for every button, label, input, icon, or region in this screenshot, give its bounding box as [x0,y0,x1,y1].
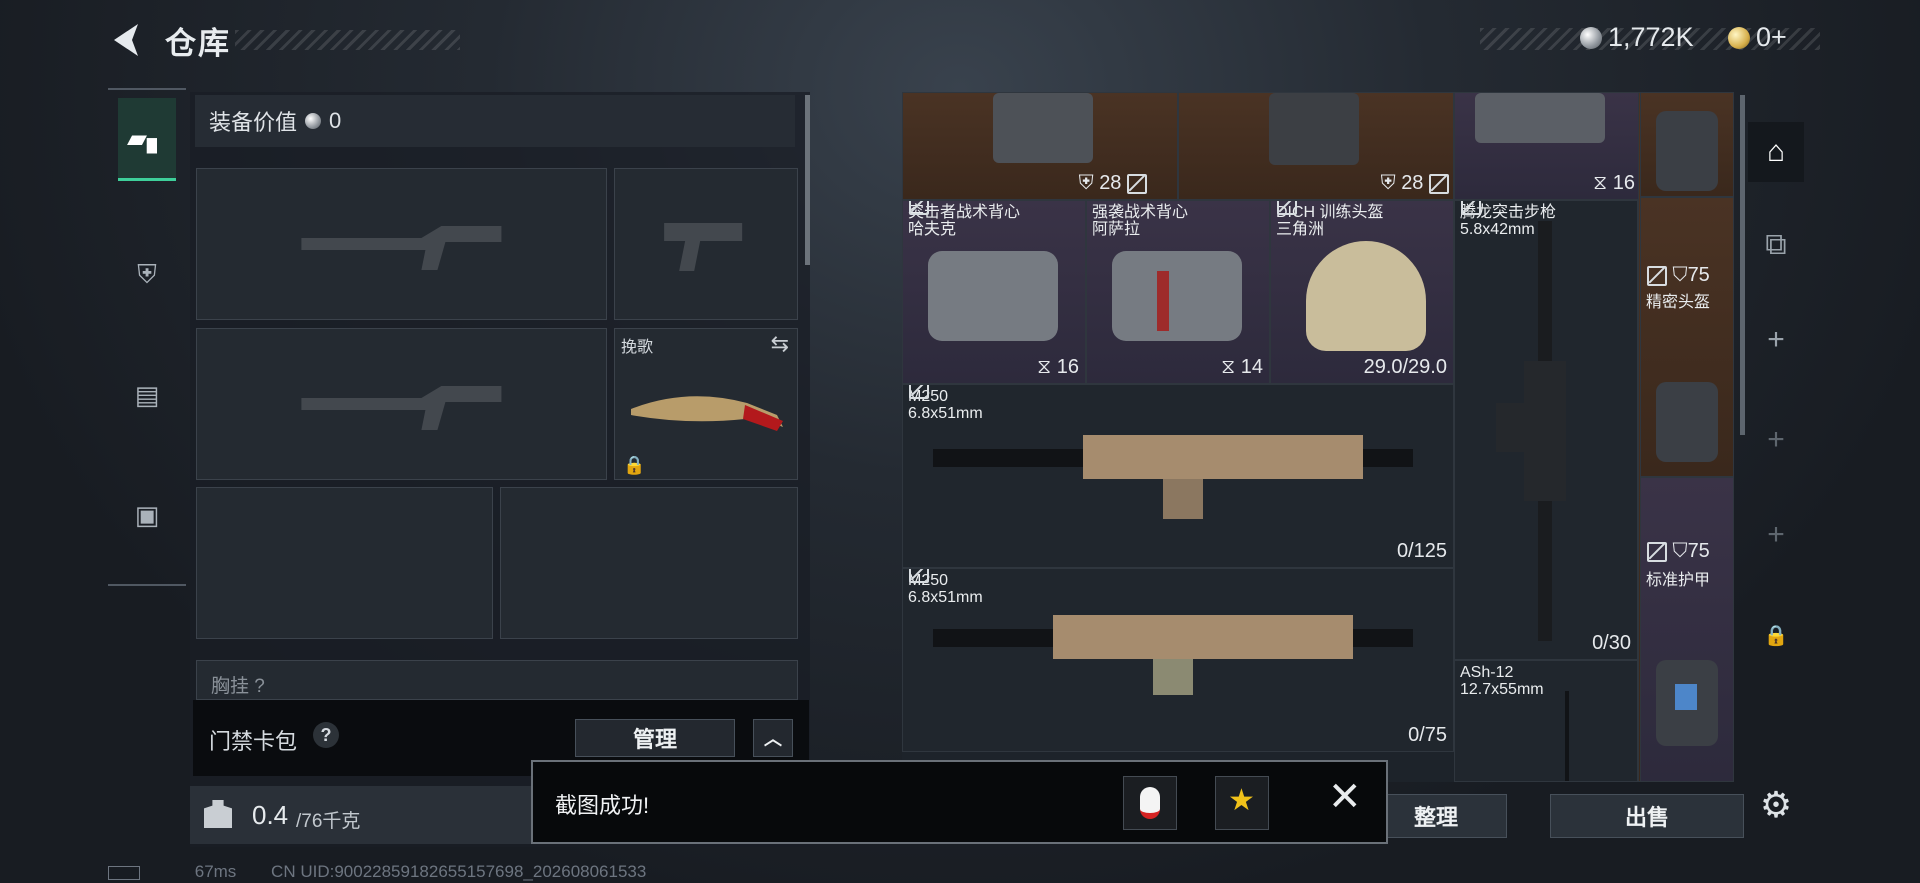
item-backpack[interactable]: ⛨ 28 [902,92,1178,200]
gold-currency[interactable]: 0+ [1728,22,1787,53]
pistol-silhouette-icon [663,223,742,271]
item-ash12[interactable]: ASh-12 12.7x55mm [1454,660,1638,782]
tab-case[interactable]: ▣ [118,475,176,555]
item-standard-armor[interactable]: ⛉75 标准护甲 [1640,477,1734,782]
item-backpack[interactable]: ⛨ 28 [1178,92,1454,200]
silver-coin-icon [1580,26,1602,49]
briefcase-icon: ▣ [134,499,160,530]
item-tactical-vest[interactable]: 突击者战术背心 哈夫克 ⧖ 16 [902,200,1086,384]
item-stat: ⧖ 14 [1221,356,1263,378]
item-m250[interactable]: M250 6.8x51mm 0/125 [902,384,1454,568]
item-vest[interactable]: ⧖ 16 [1454,92,1642,200]
kukri-knife-icon [631,396,783,431]
ping: 67ms [194,862,237,881]
chevron-up-icon[interactable]: ︿ [753,719,793,757]
tab-backpack[interactable]: ▤ [118,355,176,435]
uid: CN UID:900228591826551576​98_20260806153… [271,862,647,881]
gear-icon[interactable]: ⚙ [1748,775,1804,835]
inventory-grid: ⛨ 28 ⛨ 28 ⧖ 16 突击者战术背心 哈夫克 ⧖ 16 强袭战术背心 阿… [902,92,1642,782]
help-button[interactable]: ? [313,722,339,748]
warehouse-icon[interactable]: ⌂ [1748,122,1804,182]
melee-name: 挽歌 [621,339,654,356]
add-page-icon[interactable]: + [1748,310,1804,370]
vest-icon: ⛨ [137,259,157,289]
lock-icon: 🔒 [623,455,646,475]
qq-share-icon[interactable] [1123,776,1177,830]
lock-icon: 🔒 [1763,624,1789,647]
item-stat: ⧖ 16 [1037,356,1079,378]
item-assault-rifle[interactable]: 腾龙突击步枪 5.8x42mm 0/30 [1454,200,1638,660]
secondary-weapon-slot[interactable] [196,328,607,480]
tab-weapons[interactable]: ▰▖ [118,98,176,181]
status-bar: 67ms CN UID:900228591826551576​98_202608… [108,862,646,882]
swap-icon[interactable]: ⇆ [771,331,789,357]
weight-max: /76千克 [296,811,361,832]
storage-page-icon[interactable]: ⧉ [1748,215,1804,275]
pistol-icon: ▰▖ [127,122,167,153]
weight-icon [204,800,232,828]
item-armor-level: ⛉75 [1647,264,1710,287]
equipment-scrollbar[interactable] [805,95,810,265]
helmet-slot[interactable] [196,487,493,639]
melee-slot[interactable]: 挽歌 ⇆ 🔒 [614,328,798,480]
item-precision-helmet[interactable] [1640,92,1734,197]
primary-weapon-slot[interactable] [196,168,607,320]
weight-current: 0.4 [252,800,289,830]
manage-button[interactable]: 管理 [575,719,735,757]
item-count: ⧖ 16 [1593,172,1635,194]
not-tradable-icon [909,385,929,399]
item-armor-level: ⛉75 [1647,540,1710,563]
item-ammo: 0/125 [1396,540,1447,562]
pistol-slot[interactable] [614,168,798,320]
battery-icon [108,865,140,880]
not-tradable-icon [1461,201,1481,215]
gold-coin-icon [1728,26,1750,49]
rifle-silhouette-icon [301,226,502,270]
item-precision-helmet[interactable]: ⛉75 精密头盔 [1640,197,1734,477]
close-icon[interactable]: ✕ [1328,774,1362,820]
backpack-icon: ▤ [134,379,160,410]
item-ammo: 0/75 [1408,724,1447,746]
page-title: 仓库 [165,26,231,61]
toast-message: 截图成功! [555,793,650,818]
screenshot-toast: 截图成功! ★ ✕ [531,760,1388,844]
silver-coin-icon [305,113,322,129]
add-page-icon[interactable]: + [1748,505,1804,565]
item-count: ⛨ 28 [1381,172,1449,195]
item-durability: 29.0/29.0 [1363,356,1447,378]
item-ammo: 0/30 [1592,632,1631,654]
add-page-icon[interactable]: + [1748,410,1804,470]
inventory-scrollbar[interactable] [1740,95,1745,435]
tab-armor[interactable]: ⛨ [118,235,176,315]
rifle-silhouette-icon [301,386,502,430]
back-arrow-icon[interactable] [108,20,144,60]
not-tradable-icon [909,201,929,215]
silver-currency: 1,772K [1580,22,1694,53]
title-decoration [235,30,460,50]
armor-slot[interactable] [500,487,798,639]
equipment-value-bar: 装备价值 0 [195,95,795,147]
item-m250[interactable]: M250 6.8x51mm 0/75 [902,568,1454,752]
item-count: ⛨ 28 [1079,172,1147,195]
sell-button[interactable]: 出售 [1550,794,1744,838]
item-assault-vest[interactable]: 强袭战术背心 阿萨拉 ⧖ 14 [1086,200,1270,384]
qzone-share-icon[interactable]: ★ [1215,776,1269,830]
not-tradable-icon [909,569,929,583]
item-helmet[interactable]: DICH 训练头盔 三角洲 29.0/29.0 [1270,200,1454,384]
not-tradable-icon [1277,201,1297,215]
chest-rig-slot[interactable]: 胸挂 ? [196,660,798,700]
